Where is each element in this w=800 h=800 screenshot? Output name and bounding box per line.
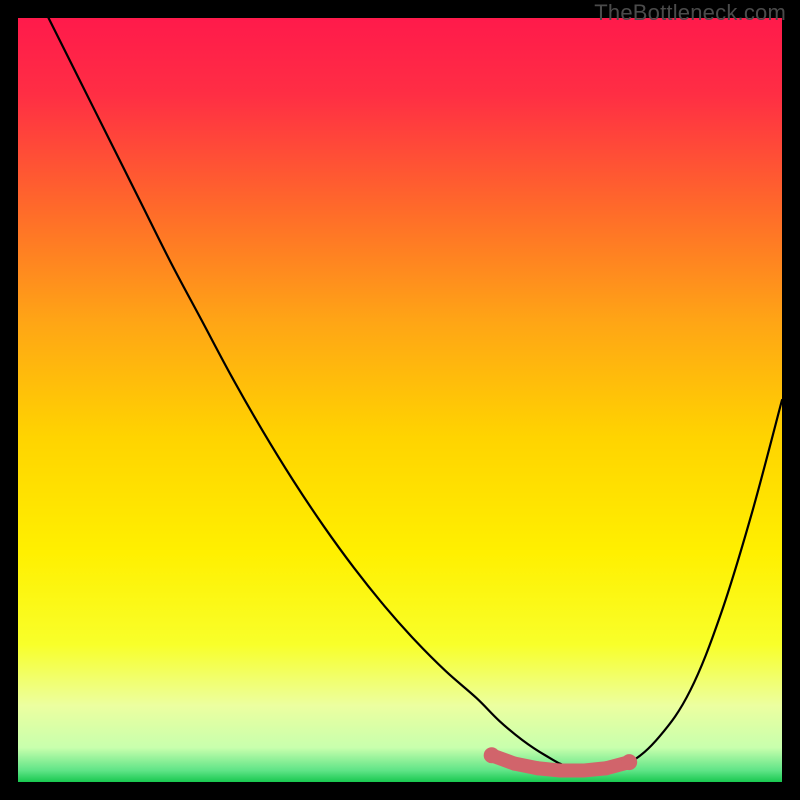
- gradient-background: [18, 18, 782, 782]
- watermark-text: TheBottleneck.com: [594, 0, 786, 26]
- optimal-marker-cap: [621, 754, 637, 770]
- chart-frame: [18, 18, 782, 782]
- bottleneck-chart: [18, 18, 782, 782]
- optimal-marker-cap: [484, 747, 500, 763]
